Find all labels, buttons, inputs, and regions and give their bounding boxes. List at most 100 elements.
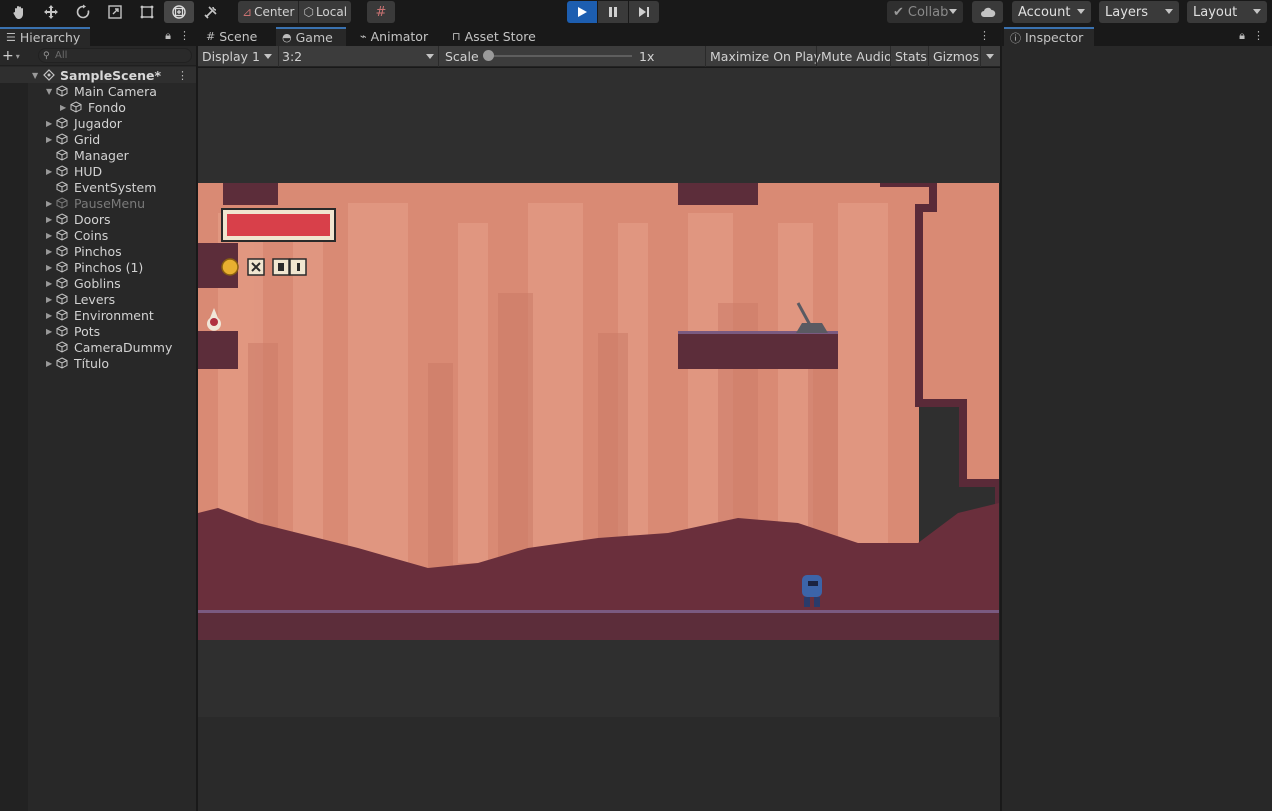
hierarchy-tree: ▼ SampleScene* ⋮ ▼ Main Camera ▶ Fondo ▶ Juga… <box>0 67 196 811</box>
tab-asset-store[interactable]: ⊓ Asset Store <box>446 27 542 46</box>
inspector-panel: ⓘ Inspector 🔒︎ ⋮ <box>1001 27 1272 811</box>
hierarchy-item[interactable]: ▶ Doors <box>0 211 196 227</box>
collapse-arrow-icon[interactable]: ▶ <box>46 215 56 224</box>
maximize-on-play-toggle[interactable]: Maximize On Play <box>710 46 821 66</box>
scale-slider-track[interactable] <box>487 55 632 57</box>
hierarchy-item-label: EventSystem <box>74 179 157 195</box>
gameobject-cube-icon <box>56 117 68 129</box>
tab-hierarchy[interactable]: ☰ Hierarchy <box>0 27 90 46</box>
hierarchy-item[interactable]: ▶ Título <box>0 355 196 371</box>
hierarchy-item[interactable]: EventSystem <box>0 179 196 195</box>
aspect-dropdown[interactable]: 3:2 <box>282 46 436 66</box>
play-button[interactable] <box>567 1 597 23</box>
hierarchy-search-input[interactable]: ⚲ All <box>38 48 192 63</box>
hand-tool-button[interactable] <box>4 1 34 23</box>
collab-dropdown[interactable]: ✔ Collab <box>887 1 963 23</box>
collapse-arrow-icon[interactable]: ▶ <box>46 135 56 144</box>
cloud-button[interactable] <box>972 1 1003 23</box>
hierarchy-item[interactable]: ▶ Jugador <box>0 115 196 131</box>
collapse-arrow-icon[interactable]: ▶ <box>46 359 56 368</box>
hierarchy-item[interactable]: ▶ Levers <box>0 291 196 307</box>
lock-icon[interactable]: 🔒︎ <box>165 29 171 43</box>
hierarchy-tab-label: Hierarchy <box>19 30 81 45</box>
layout-dropdown[interactable]: Layout <box>1187 1 1267 23</box>
hierarchy-item-label: Main Camera <box>74 83 157 99</box>
hierarchy-item[interactable]: ▶ HUD <box>0 163 196 179</box>
hierarchy-item[interactable]: CameraDummy <box>0 339 196 355</box>
collapse-arrow-icon[interactable]: ▶ <box>46 295 56 304</box>
hierarchy-item[interactable]: ▶ Pinchos <box>0 243 196 259</box>
collapse-arrow-icon[interactable]: ▶ <box>46 327 56 336</box>
pivot-mode-toggle[interactable]: ⊿ Center <box>238 1 298 23</box>
account-label: Account <box>1018 4 1071 20</box>
move-tool-button[interactable] <box>36 1 66 23</box>
step-button[interactable] <box>629 1 659 23</box>
hierarchy-item[interactable]: ▼ Main Camera <box>0 83 196 99</box>
one-digit-icon <box>297 263 300 271</box>
rect-tool-button[interactable] <box>132 1 162 23</box>
rotate-tool-button[interactable] <box>68 1 98 23</box>
collapse-arrow-icon[interactable]: ▶ <box>46 119 56 128</box>
display-dropdown[interactable]: Display 1 <box>202 46 276 66</box>
chevron-down-icon <box>426 54 434 59</box>
letterbox-top <box>198 68 1000 183</box>
more-menu-icon[interactable]: ⋮ <box>179 29 190 43</box>
gizmos-toggle[interactable]: Gizmos <box>933 46 979 66</box>
collapse-arrow-icon[interactable]: ▶ <box>46 279 56 288</box>
layout-label: Layout <box>1193 4 1238 20</box>
hierarchy-item-label: Manager <box>74 147 129 163</box>
hierarchy-item[interactable]: ▶ Pots <box>0 323 196 339</box>
account-dropdown[interactable]: Account <box>1012 1 1091 23</box>
more-menu-icon[interactable]: ⋮ <box>979 29 990 42</box>
layers-dropdown[interactable]: Layers <box>1099 1 1179 23</box>
expand-arrow-icon[interactable]: ▼ <box>46 87 56 96</box>
more-menu-icon[interactable]: ⋮ <box>177 69 188 82</box>
animator-icon: ⌁ <box>360 30 367 43</box>
transform-tool-button[interactable] <box>164 1 194 23</box>
collapse-arrow-icon[interactable]: ▶ <box>46 263 56 272</box>
gameobject-cube-icon <box>56 357 68 369</box>
coin-icon <box>221 258 239 276</box>
tab-game[interactable]: ◓ Game <box>276 27 346 46</box>
hierarchy-item[interactable]: ▶ Fondo <box>0 99 196 115</box>
pause-button[interactable] <box>598 1 628 23</box>
tab-inspector[interactable]: ⓘ Inspector <box>1004 27 1094 46</box>
hierarchy-item[interactable]: ▶ PauseMenu <box>0 195 196 211</box>
tab-scene[interactable]: # Scene <box>200 27 270 46</box>
gameobject-cube-icon <box>56 133 68 145</box>
lock-icon[interactable]: 🔒︎ <box>1239 29 1245 43</box>
more-menu-icon[interactable]: ⋮ <box>1253 29 1264 43</box>
expand-arrow-icon[interactable]: ▼ <box>32 71 42 80</box>
collapse-arrow-icon[interactable]: ▶ <box>46 247 56 256</box>
pivot-rotation-toggle[interactable]: ⬡ Local <box>298 1 351 23</box>
collapse-arrow-icon[interactable]: ▶ <box>46 199 56 208</box>
scene-row[interactable]: ▼ SampleScene* ⋮ <box>0 67 196 83</box>
gizmos-chevron-down-icon[interactable] <box>986 54 994 59</box>
scale-slider-handle[interactable] <box>483 50 494 61</box>
hierarchy-tabbar: ☰ Hierarchy 🔒︎ ⋮ <box>0 27 196 46</box>
hierarchy-item[interactable]: ▶ Environment <box>0 307 196 323</box>
hierarchy-item[interactable]: ▶ Grid <box>0 131 196 147</box>
hierarchy-item[interactable]: Manager <box>0 147 196 163</box>
collapse-arrow-icon[interactable]: ▶ <box>46 311 56 320</box>
scale-tool-button[interactable] <box>100 1 130 23</box>
hierarchy-item-label: HUD <box>74 163 103 179</box>
hierarchy-item[interactable]: ▶ Coins <box>0 227 196 243</box>
custom-tool-button[interactable] <box>196 1 226 23</box>
game-viewport[interactable] <box>198 68 1000 811</box>
hierarchy-item-label: Doors <box>74 211 111 227</box>
hierarchy-item[interactable]: ▶ Pinchos (1) <box>0 259 196 275</box>
create-button[interactable]: + ▾ <box>2 48 24 64</box>
hierarchy-item[interactable]: ▶ Goblins <box>0 275 196 291</box>
mute-audio-toggle[interactable]: Mute Audio <box>821 46 892 66</box>
stats-toggle[interactable]: Stats <box>895 46 927 66</box>
grid-snap-toggle[interactable]: # <box>367 1 395 23</box>
collapse-arrow-icon[interactable]: ▶ <box>60 103 70 112</box>
scene-tab-label: Scene <box>219 29 258 44</box>
chevron-down-icon <box>1165 9 1173 14</box>
info-icon: ⓘ <box>1010 31 1021 45</box>
collapse-arrow-icon[interactable]: ▶ <box>46 167 56 176</box>
tab-animator[interactable]: ⌁ Animator <box>354 27 440 46</box>
gameobject-cube-icon <box>56 85 68 97</box>
collapse-arrow-icon[interactable]: ▶ <box>46 231 56 240</box>
